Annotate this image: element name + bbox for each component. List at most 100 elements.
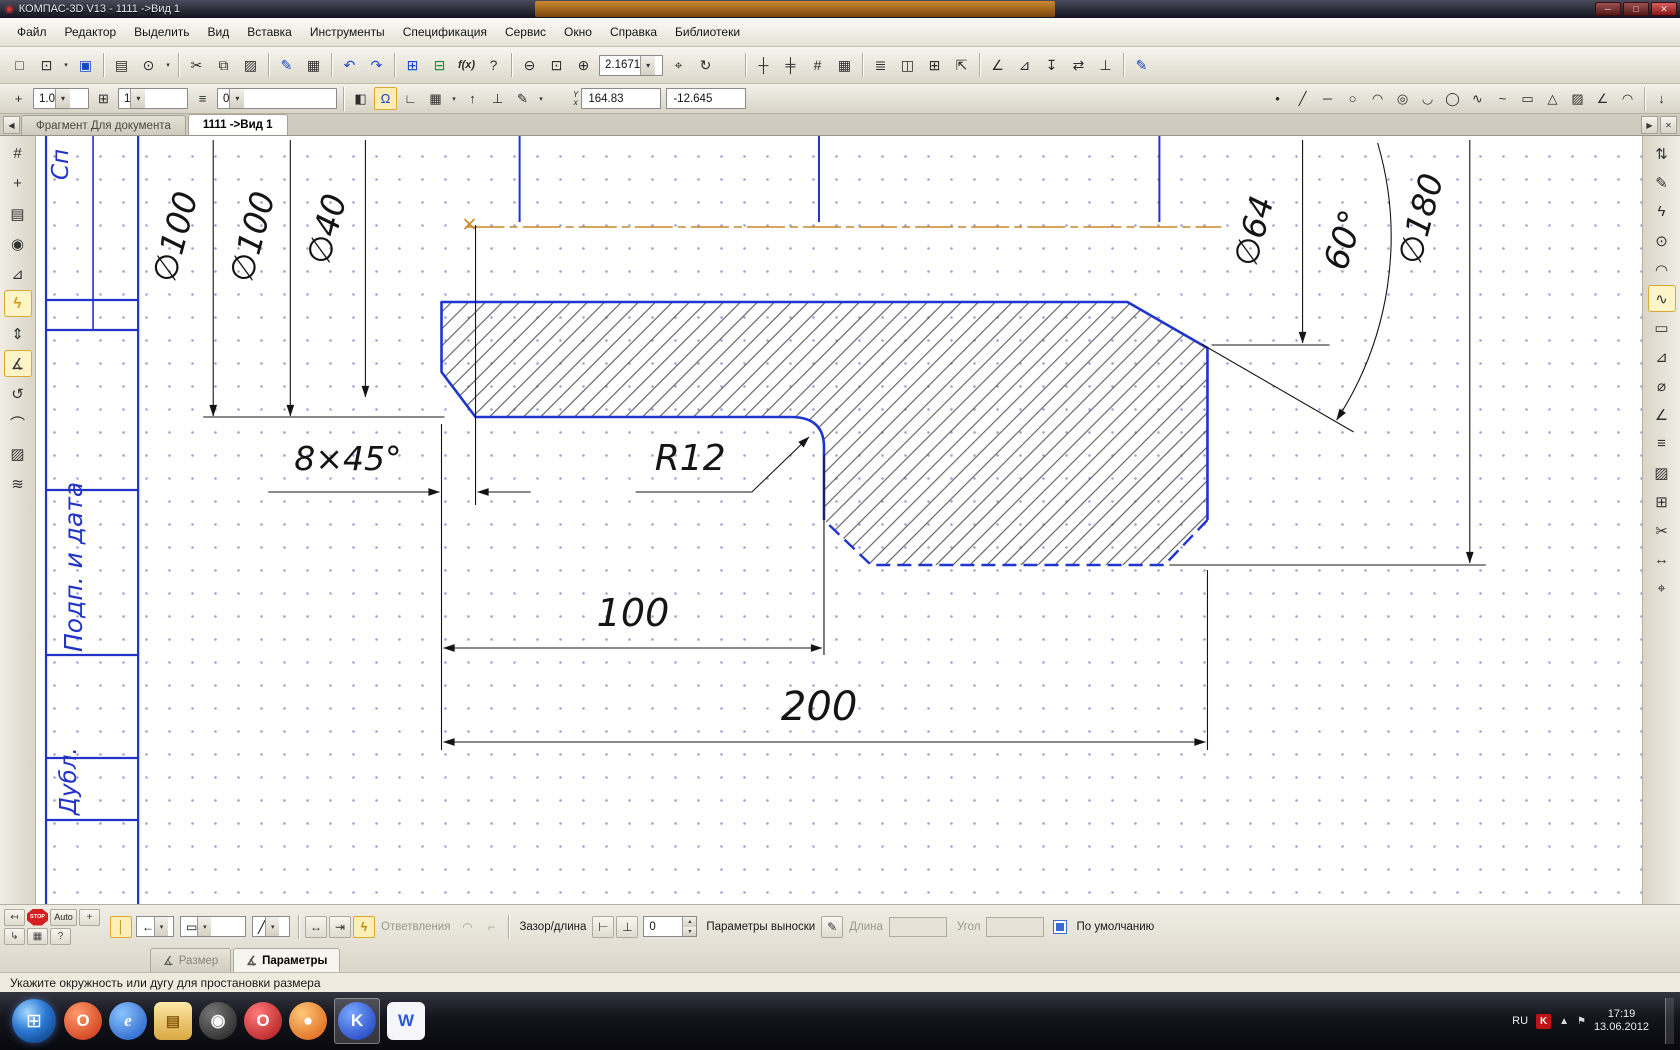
polygon-tool-icon[interactable]: △ xyxy=(1541,87,1564,110)
rt-stretch-icon[interactable]: ↔ xyxy=(1648,546,1676,573)
maximize-button[interactable]: □ xyxy=(1623,2,1649,16)
layer-number-combo[interactable]: 1 ▾ xyxy=(118,88,188,109)
rt-diameter-icon[interactable]: ⌀ xyxy=(1648,372,1676,399)
preview-caret-icon[interactable]: ▾ xyxy=(162,47,174,83)
zoom-area-icon[interactable]: ⊡ xyxy=(544,53,569,78)
rt-circle-icon[interactable]: ⊙ xyxy=(1648,227,1676,254)
rt-arc-icon[interactable]: ◠ xyxy=(1648,256,1676,283)
tray-expand-icon[interactable]: ▲ xyxy=(1559,1016,1569,1027)
gap-toggle2-icon[interactable]: ⊥ xyxy=(616,915,639,938)
designation-panel-icon[interactable]: ⊿ xyxy=(4,260,32,287)
aux-line-tool-icon[interactable]: ╱ xyxy=(1291,87,1314,110)
spreadsheet-icon[interactable]: ⊞ xyxy=(400,53,425,78)
sheet-state-icon[interactable]: ⊞ xyxy=(92,87,115,110)
corner-arrow-icon[interactable]: ↳ xyxy=(4,927,25,945)
taskbar-app-ie-icon[interactable]: e xyxy=(109,1002,147,1040)
help-mini-icon[interactable]: ? xyxy=(50,927,71,945)
edit-point-icon[interactable]: ✎ xyxy=(511,87,534,110)
rt-scroll-icon[interactable]: ⇅ xyxy=(1648,140,1676,167)
redo-icon[interactable]: ↷ xyxy=(364,53,389,78)
grid-caret-icon[interactable]: ▾ xyxy=(448,84,460,113)
arc-tool-icon[interactable]: ◠ xyxy=(1366,87,1389,110)
taskbar-app-browser-icon[interactable]: O xyxy=(244,1002,282,1040)
layer-caret-icon[interactable]: ▾ xyxy=(130,89,146,108)
segment-tool-icon[interactable]: ─ xyxy=(1316,87,1339,110)
parametrization-panel-icon[interactable]: ϟ xyxy=(3,290,32,317)
gap-toggle1-icon[interactable]: ⊢ xyxy=(592,915,615,938)
swap-icon[interactable]: ⇄ xyxy=(1066,53,1091,78)
hatch-tool-icon[interactable]: ▨ xyxy=(1566,87,1589,110)
show-desktop-button[interactable] xyxy=(1665,998,1674,1044)
wave-line-tool-icon[interactable]: ∿ xyxy=(1466,87,1489,110)
spec-table-icon[interactable]: ▦ xyxy=(301,53,326,78)
ortho-angle-icon[interactable]: ∟ xyxy=(399,87,422,110)
auto-create-button[interactable]: Auto xyxy=(50,908,77,926)
open-icon[interactable]: ⊡ xyxy=(34,53,59,78)
spline-panel-icon[interactable]: ≋ xyxy=(4,470,32,497)
menu-view[interactable]: Вид xyxy=(199,20,239,44)
minimize-button[interactable]: ─ xyxy=(1595,2,1621,16)
taskbar-app-opera-icon[interactable]: O xyxy=(64,1002,102,1040)
cut-icon[interactable]: ✂ xyxy=(184,53,209,78)
menu-file[interactable]: Файл xyxy=(8,20,56,44)
slash-style-combo[interactable]: ╱ ▾ xyxy=(252,916,290,937)
line-width-combo[interactable]: 1.0 ▾ xyxy=(33,88,89,109)
hatch-panel-icon[interactable]: ▨ xyxy=(4,440,32,467)
catalog-icon[interactable]: ⊟ xyxy=(427,53,452,78)
circle2-tool-icon[interactable]: ◎ xyxy=(1391,87,1414,110)
taskbar-app-kompas-icon[interactable]: K xyxy=(338,1002,376,1040)
points-panel-icon[interactable]: + xyxy=(4,170,32,197)
edit-caret-icon[interactable]: ▾ xyxy=(535,84,547,113)
print-preview-icon[interactable]: ⊙ xyxy=(136,53,161,78)
snap-end-icon[interactable]: ⇥ xyxy=(329,915,351,938)
fillet-tool-icon[interactable]: ◠ xyxy=(1616,87,1639,110)
menu-editor[interactable]: Редактор xyxy=(56,20,126,44)
zoom-in-icon[interactable]: ⊕ xyxy=(571,53,596,78)
zoom-caret-icon[interactable]: ▾ xyxy=(640,55,656,75)
zoom-value-combo[interactable]: 2.1671 ▾ xyxy=(599,54,663,76)
menu-help[interactable]: Справка xyxy=(601,20,666,44)
spline-tool-icon[interactable]: ~ xyxy=(1491,87,1514,110)
panel-collapse-icon[interactable]: ↓ xyxy=(1650,87,1673,110)
tab-scroll-left-icon[interactable]: ◀ xyxy=(3,116,20,134)
rt-angle-icon[interactable]: ∠ xyxy=(1648,401,1676,428)
leader-note-icon[interactable]: ✎ xyxy=(821,915,844,938)
spin-up-icon[interactable]: ▴ xyxy=(683,917,697,927)
copy-icon[interactable]: ⧉ xyxy=(211,53,236,78)
sheet-panel-icon[interactable]: ▤ xyxy=(4,200,32,227)
close-button[interactable]: ✕ xyxy=(1651,2,1677,16)
auto-dimension-icon[interactable]: ϟ xyxy=(353,915,375,938)
grid-tool-icon[interactable]: ┼ xyxy=(751,53,776,78)
rt-trim-icon[interactable]: ✂ xyxy=(1648,517,1676,544)
move-cluster-icon[interactable]: + xyxy=(79,908,100,926)
new-view-icon[interactable]: ⊞ xyxy=(922,53,947,78)
new-document-icon[interactable]: □ xyxy=(7,53,32,78)
arrow-type-combo[interactable]: ← ▾ xyxy=(136,916,174,937)
snap-grid-icon[interactable]: ╪ xyxy=(778,53,803,78)
menu-service[interactable]: Сервис xyxy=(496,20,555,44)
paint-mode-icon[interactable]: ◧ xyxy=(349,87,372,110)
rt-spline-icon[interactable]: ∿ xyxy=(1647,285,1676,312)
menu-libraries[interactable]: Библиотеки xyxy=(666,20,749,44)
snap-plus-icon[interactable]: + xyxy=(7,87,30,110)
view-state-icon[interactable]: ◫ xyxy=(895,53,920,78)
dimension-placement-combo[interactable]: ▭ ▾ xyxy=(180,916,246,937)
ortho-mode-icon[interactable]: ⊥ xyxy=(486,87,509,110)
menu-specification[interactable]: Спецификация xyxy=(394,20,496,44)
gap-value-spinner[interactable]: 0 ▴ ▾ xyxy=(643,916,698,937)
part-contour-step[interactable] xyxy=(790,415,826,520)
current-layer-caret-icon[interactable]: ▾ xyxy=(229,89,245,108)
geometry-panel-icon[interactable]: # xyxy=(4,140,32,167)
taskbar-app-firefox-icon[interactable]: ● xyxy=(289,1002,327,1040)
rt-rect-icon[interactable]: ▭ xyxy=(1648,314,1676,341)
interrupt-command-button[interactable]: STOP xyxy=(27,908,48,926)
arc2-tool-icon[interactable]: ◡ xyxy=(1416,87,1439,110)
grid-toggle-icon[interactable]: ▦ xyxy=(424,87,447,110)
refresh-view-icon[interactable]: ↻ xyxy=(693,53,718,78)
rt-layers-icon[interactable]: ≡ xyxy=(1648,430,1676,457)
menu-select[interactable]: Выделить xyxy=(125,20,198,44)
spin-down-icon[interactable]: ▾ xyxy=(683,926,697,936)
create-object-icon[interactable]: ↤ xyxy=(4,908,25,926)
point-tool-icon[interactable]: • xyxy=(1266,87,1289,110)
tab-fragment[interactable]: Фрагмент Для документа xyxy=(21,115,186,135)
